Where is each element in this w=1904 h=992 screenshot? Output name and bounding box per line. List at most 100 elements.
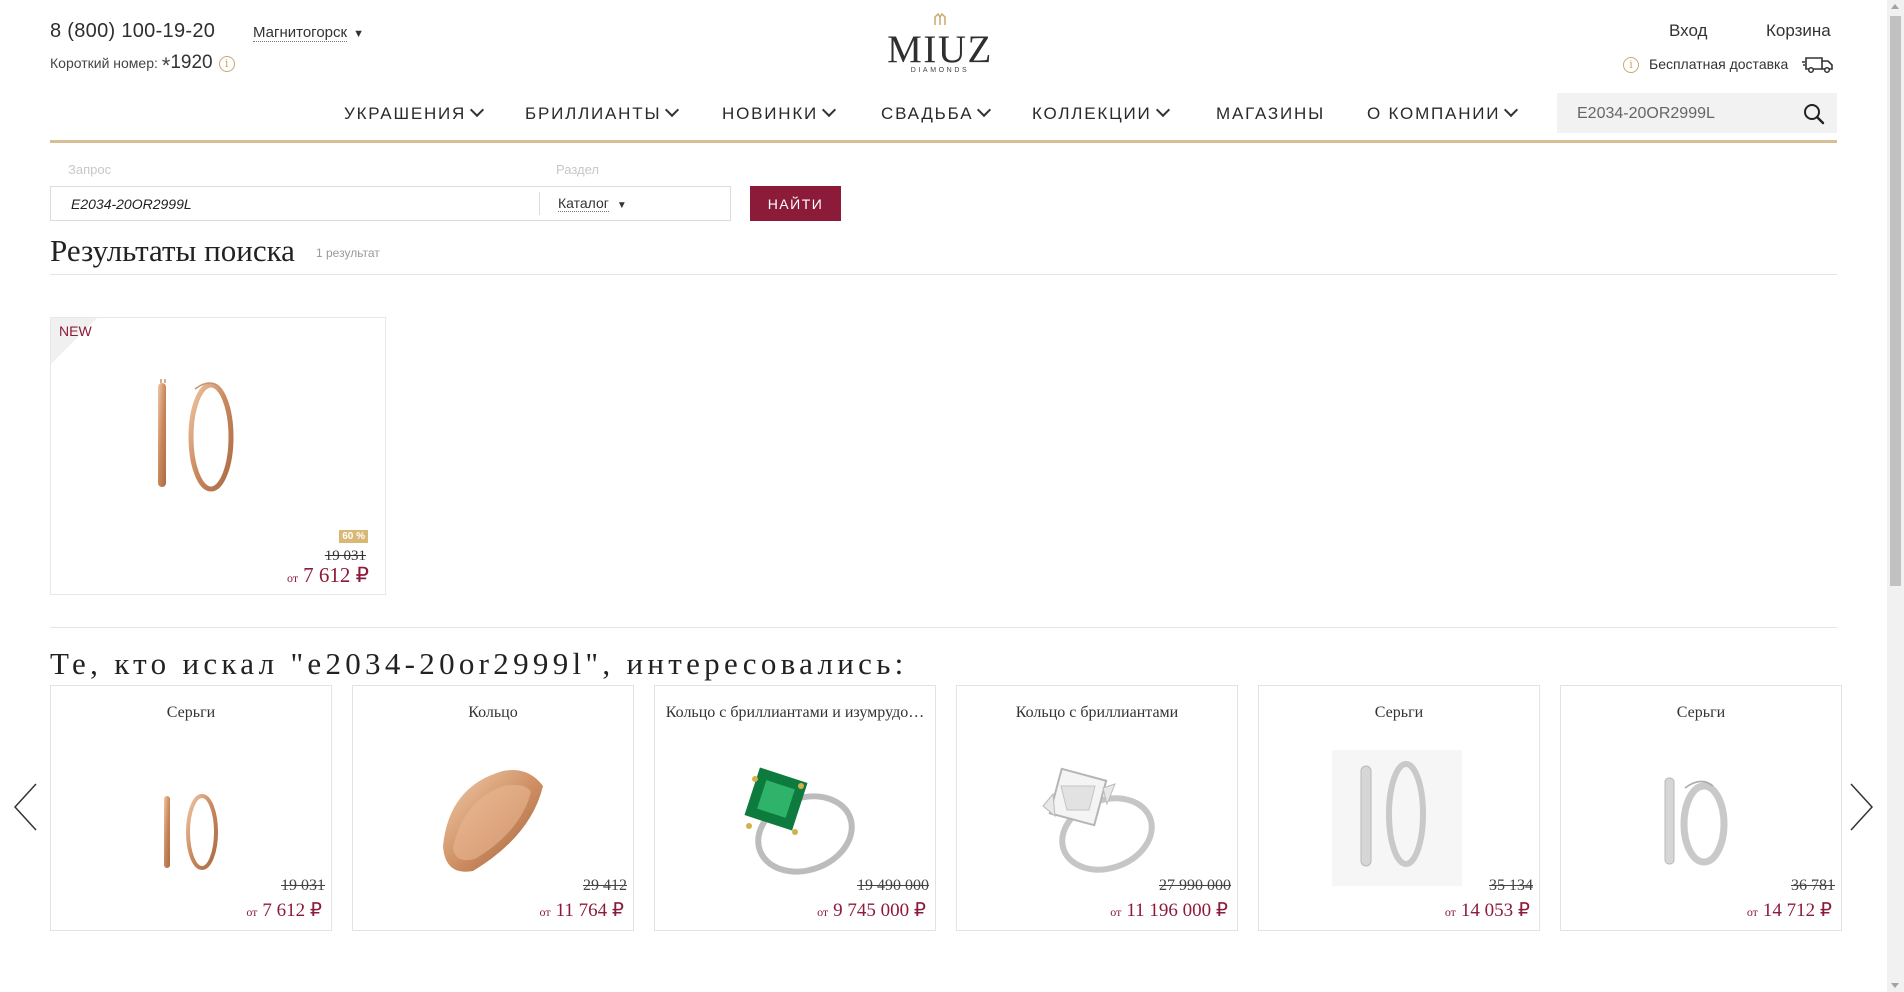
rec-card[interactable]: Серьги 35 134 от 14 053 ₽ <box>1258 685 1540 931</box>
header-search-input[interactable] <box>1575 102 1799 126</box>
section-divider <box>50 627 1837 628</box>
logo[interactable]: MIUZ DIAMONDS <box>880 12 1000 74</box>
nav-item-wedding[interactable]: СВАДЬБА <box>881 102 992 124</box>
chevron-down-icon <box>1504 102 1519 118</box>
nav-item-diamonds[interactable]: БРИЛЛИАНТЫ <box>525 102 680 124</box>
price-value: 11 764 ₽ <box>555 900 624 921</box>
truck-icon[interactable] <box>1802 54 1834 79</box>
earrings-image <box>151 375 271 500</box>
rec-price: от 7 612 ₽ <box>246 899 322 922</box>
price-value: 9 745 000 ₽ <box>833 900 926 921</box>
delivery-label: Бесплатная доставка <box>1649 56 1789 72</box>
chevron-down-icon <box>665 102 680 118</box>
caret-down-icon: ▼ <box>616 200 627 211</box>
chevron-down-icon <box>977 102 992 118</box>
scrollbar-thumb[interactable] <box>1890 16 1901 586</box>
price-value: 14 712 ₽ <box>1762 900 1832 921</box>
cart-link[interactable]: Корзина <box>1766 21 1831 41</box>
nav-item-label: НОВИНКИ <box>722 104 819 123</box>
city-selector[interactable]: Магнитогорск ▼ <box>253 24 364 42</box>
rec-price: от 11 764 ₽ <box>540 899 624 922</box>
rec-price: от 11 196 000 ₽ <box>1110 899 1228 922</box>
short-number-label: Короткий номер: <box>50 55 158 71</box>
login-link[interactable]: Вход <box>1669 21 1707 41</box>
info-icon: i <box>1623 57 1639 73</box>
header-divider <box>50 140 1837 143</box>
price-value: 7 612 ₽ <box>262 900 322 921</box>
rec-old-price: 29 412 <box>583 877 627 894</box>
query-label: Запрос <box>68 162 112 177</box>
product-card[interactable]: NEW 60 % 19 031 от 7 612 ₽ <box>50 317 386 595</box>
query-input[interactable] <box>69 193 523 215</box>
results-divider <box>50 274 1837 275</box>
logo-word: MIUZ <box>887 28 993 71</box>
section-select-value: Каталог <box>558 195 609 212</box>
search-icon[interactable] <box>1803 103 1825 130</box>
find-button[interactable]: НАЙТИ <box>750 186 841 221</box>
price-prefix: от <box>817 905 829 919</box>
rec-old-price: 35 134 <box>1489 877 1533 894</box>
new-badge: NEW <box>59 323 92 339</box>
section-select[interactable]: Каталог ▼ <box>558 195 627 212</box>
rec-card[interactable]: Кольцо 29 412 от 11 764 ₽ <box>352 685 634 931</box>
rec-card[interactable]: Кольцо с бриллиантами 27 990 000 от 11 19… <box>956 685 1238 931</box>
caret-down-icon: ▼ <box>353 28 364 40</box>
nav-item-stores[interactable]: МАГАЗИНЫ <box>1216 104 1325 124</box>
emerald-ring-image <box>655 746 935 886</box>
rec-price: от 9 745 000 ₽ <box>817 899 926 922</box>
chevron-down-icon <box>470 102 485 118</box>
rec-card-name: Кольцо с бриллиантами и изумрудо… <box>665 704 925 721</box>
nav-item-label: СВАДЬБА <box>881 104 974 123</box>
search-form: Каталог ▼ <box>50 186 731 221</box>
rec-card[interactable]: Кольцо с бриллиантами и изумрудо… 19 490… <box>654 685 936 931</box>
earrings-image <box>51 746 331 886</box>
rec-card-name: Серьги <box>1676 704 1726 721</box>
price-prefix: от <box>1746 905 1758 919</box>
nav-item-label: О КОМПАНИИ <box>1367 104 1501 123</box>
city-name: Магнитогорск <box>253 24 348 42</box>
short-number-value: 1920 <box>170 52 213 73</box>
rec-price: от 14 712 ₽ <box>1747 899 1832 922</box>
rec-card-name: Кольцо с бриллиантами <box>1015 704 1179 721</box>
rec-card-name: Кольцо <box>468 704 518 721</box>
results-count: 1 результат <box>316 246 380 260</box>
phone-number[interactable]: 8 (800) 100-19-20 <box>50 20 215 43</box>
nav-item-about[interactable]: О КОМПАНИИ <box>1367 102 1519 124</box>
short-number: Короткий номер: *1920 i <box>50 52 235 79</box>
scrollbar[interactable] <box>1887 0 1904 992</box>
price-prefix: от <box>246 905 258 919</box>
results-title: Результаты поиска <box>50 233 295 268</box>
rec-card-name: Серьги <box>1374 704 1424 721</box>
discount-badge: 60 % <box>339 530 368 543</box>
arrow-right-icon[interactable] <box>1849 782 1875 837</box>
arrow-left-icon[interactable] <box>12 782 38 837</box>
scroll-down-icon[interactable] <box>1891 983 1899 988</box>
diamond-ring-image <box>957 746 1237 886</box>
rec-old-price: 27 990 000 <box>1159 877 1231 894</box>
earrings-image <box>1561 746 1841 886</box>
rec-card[interactable]: Серьги 36 781 от 14 712 ₽ <box>1560 685 1842 931</box>
rec-old-price: 19 031 <box>281 877 325 894</box>
nav-item-jewelry[interactable]: УКРАШЕНИЯ <box>344 102 485 124</box>
rec-old-price: 19 490 000 <box>857 877 929 894</box>
nav-item-label: УКРАШЕНИЯ <box>344 104 467 123</box>
rec-card-name: Серьги <box>166 704 216 721</box>
scroll-up-icon[interactable] <box>1891 4 1899 9</box>
chevron-down-icon <box>821 102 837 118</box>
nav-item-label: МАГАЗИНЫ <box>1216 104 1325 123</box>
section-label: Раздел <box>556 162 599 177</box>
price-value: 7 612 ₽ <box>303 563 369 587</box>
price-value: 14 053 ₽ <box>1460 900 1530 921</box>
nav-item-new[interactable]: НОВИНКИ <box>722 102 837 124</box>
field-divider <box>539 192 540 215</box>
free-delivery[interactable]: i Бесплатная доставка <box>1623 56 1788 73</box>
nav-item-collections[interactable]: КОЛЛЕКЦИИ <box>1032 102 1170 124</box>
rec-card[interactable]: Серьги 19 031 от 7 612 ₽ <box>50 685 332 931</box>
price: от 7 612 ₽ <box>287 563 369 588</box>
price-value: 11 196 000 ₽ <box>1126 900 1228 921</box>
recommendations-title: Те, кто искал "e2034-20or2999l", интерес… <box>50 646 908 681</box>
earrings-image <box>1259 746 1539 886</box>
chevron-down-icon <box>1155 102 1170 118</box>
nav-item-label: БРИЛЛИАНТЫ <box>525 104 662 123</box>
info-icon[interactable]: i <box>218 56 235 72</box>
